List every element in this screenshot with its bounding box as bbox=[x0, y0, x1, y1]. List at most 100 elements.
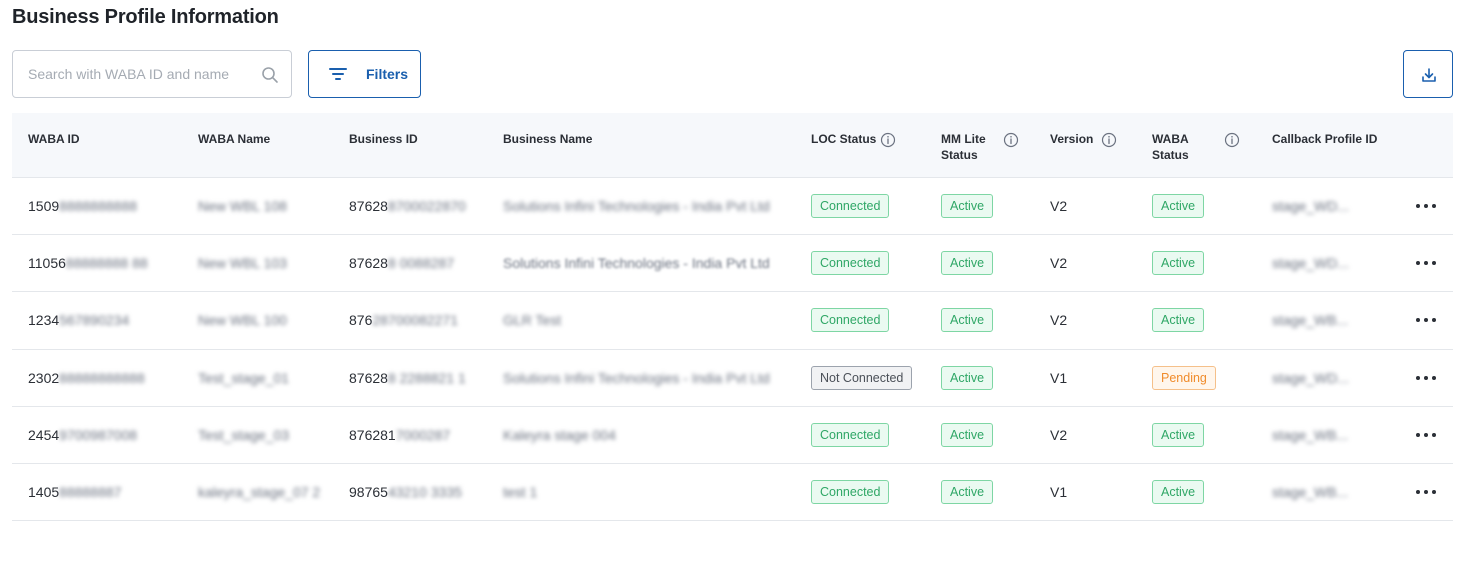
loc-status-badge: Connected bbox=[811, 480, 890, 505]
filters-label: Filters bbox=[366, 66, 409, 82]
info-icon[interactable] bbox=[1101, 132, 1117, 148]
mm-lite-status-badge: Active bbox=[941, 251, 994, 276]
cell-business-name: Solutions Infini Technologies - India Pv… bbox=[503, 370, 770, 386]
cell-business-id: 87628700082271 bbox=[349, 312, 458, 328]
header-waba-status-line1: WABA bbox=[1152, 132, 1189, 146]
waba-status-badge: Active bbox=[1152, 194, 1205, 219]
waba-name-masked: kaleyra_stage_07 2 bbox=[198, 484, 321, 501]
business-id-visible: 98765 bbox=[349, 484, 388, 501]
waba-status-badge: Pending bbox=[1152, 365, 1216, 390]
table-row[interactable]: 24549700987008 Test_stage_03 87628170002… bbox=[12, 407, 1453, 464]
cell-business-id: 876288 2288821 1 bbox=[349, 370, 466, 386]
table-row[interactable]: 1234567890234 New WBL 100 87628700082271… bbox=[12, 292, 1453, 350]
waba-status-badge: Active bbox=[1152, 422, 1205, 447]
header-waba-id: WABA ID bbox=[28, 132, 80, 146]
table-row[interactable]: 1105688888888 88 New WBL 103 876288 0088… bbox=[12, 235, 1453, 293]
cell-callback-profile-id: stage_WD... bbox=[1272, 370, 1349, 386]
cell-waba-id: 24549700987008 bbox=[28, 427, 137, 443]
mm-lite-status-badge: Active bbox=[941, 308, 994, 333]
waba-status-badge: Active bbox=[1152, 480, 1205, 505]
header-waba-name: WABA Name bbox=[198, 132, 271, 146]
header-business-name: Business Name bbox=[503, 132, 593, 146]
waba-id-masked: 88888888888 bbox=[59, 369, 145, 386]
header-mm-lite-line1: MM Lite bbox=[941, 132, 986, 146]
info-icon[interactable] bbox=[880, 132, 896, 148]
table-row[interactable]: 15098888888888 New WBL 108 8762887000228… bbox=[12, 178, 1453, 236]
waba-id-masked: 9700987008 bbox=[59, 426, 138, 443]
cell-version: V1 bbox=[1050, 369, 1068, 386]
header-waba-status-line2: Status bbox=[1152, 148, 1189, 162]
business-name-masked: test 1 bbox=[503, 484, 538, 501]
filters-button[interactable]: Filters bbox=[308, 50, 421, 98]
waba-name-masked: New WBL 100 bbox=[198, 312, 287, 329]
cell-version: V2 bbox=[1050, 426, 1068, 443]
business-id-visible: 87628 bbox=[349, 198, 388, 215]
business-name-masked: GLR Test bbox=[503, 312, 562, 329]
cell-business-id: 8762817000287 bbox=[349, 427, 450, 443]
table-row[interactable]: 140588888887 kaleyra_stage_07 2 98765432… bbox=[12, 464, 1453, 522]
header-business-id: Business ID bbox=[349, 132, 418, 146]
cell-callback-profile-id: stage_WB... bbox=[1272, 312, 1348, 328]
cell-business-id: 876288 0088287 bbox=[349, 255, 454, 271]
cell-waba-name: Test_stage_01 bbox=[198, 370, 289, 386]
header-loc-status: LOC Status bbox=[811, 131, 876, 147]
more-horizontal-icon[interactable] bbox=[1415, 375, 1437, 381]
mm-lite-status-badge: Active bbox=[941, 365, 994, 390]
callback-masked: stage_WB... bbox=[1272, 312, 1349, 329]
waba-status-badge: Active bbox=[1152, 251, 1205, 276]
mm-lite-status-badge: Active bbox=[941, 480, 994, 505]
more-horizontal-icon[interactable] bbox=[1415, 432, 1437, 438]
callback-masked: stage_WB... bbox=[1272, 484, 1349, 501]
table-row[interactable]: 230288888888888 Test_stage_01 876288 228… bbox=[12, 350, 1453, 407]
business-id-masked: 8 0088287 bbox=[387, 255, 455, 272]
loc-status-badge: Connected bbox=[811, 422, 890, 447]
loc-status-badge: Not Connected bbox=[811, 365, 913, 390]
waba-id-visible: 1509 bbox=[28, 198, 60, 215]
business-name-masked: Solutions Infini Technologies - India Pv… bbox=[503, 369, 770, 386]
more-horizontal-icon[interactable] bbox=[1415, 489, 1437, 495]
search-icon[interactable] bbox=[261, 66, 279, 84]
waba-id-visible: 2454 bbox=[28, 426, 60, 443]
waba-id-visible: 11056 bbox=[28, 255, 66, 272]
waba-name-masked: Test_stage_01 bbox=[198, 369, 290, 386]
info-icon[interactable] bbox=[1003, 132, 1019, 148]
header-version: Version bbox=[1050, 131, 1093, 147]
cell-callback-profile-id: stage_WD... bbox=[1272, 255, 1349, 271]
table-body: 15098888888888 New WBL 108 8762887000228… bbox=[12, 178, 1453, 522]
business-name-masked: Kaleyra stage 004 bbox=[503, 426, 616, 443]
waba-status-badge: Active bbox=[1152, 308, 1205, 333]
cell-business-name: Kaleyra stage 004 bbox=[503, 427, 616, 443]
waba-id-masked: 8888888888 bbox=[59, 198, 138, 215]
waba-id-visible: 2302 bbox=[28, 369, 60, 386]
business-id-masked: 43210 3335 bbox=[387, 484, 462, 501]
business-id-masked: 7000287 bbox=[395, 426, 451, 443]
search-box[interactable] bbox=[12, 50, 292, 98]
waba-name-masked: New WBL 103 bbox=[198, 255, 287, 272]
page-title: Business Profile Information bbox=[12, 6, 279, 28]
cell-waba-id: 1105688888888 88 bbox=[28, 255, 148, 271]
more-horizontal-icon[interactable] bbox=[1415, 203, 1437, 209]
header-loc-status-label: LOC Status bbox=[811, 132, 877, 146]
waba-id-masked: 88888888 88 bbox=[65, 255, 148, 272]
more-horizontal-icon[interactable] bbox=[1415, 260, 1437, 266]
more-horizontal-icon[interactable] bbox=[1415, 317, 1437, 323]
business-id-visible: 87628 bbox=[349, 255, 388, 272]
download-button[interactable] bbox=[1403, 50, 1453, 98]
cell-callback-profile-id: stage_WB... bbox=[1272, 484, 1348, 500]
waba-name-masked: Test_stage_03 bbox=[198, 426, 290, 443]
search-input[interactable] bbox=[13, 51, 253, 97]
business-id-masked: 8 2288821 1 bbox=[387, 369, 466, 386]
cell-business-id: 9876543210 3335 bbox=[349, 484, 462, 500]
waba-id-masked: 567890234 bbox=[59, 312, 130, 329]
header-waba-status: WABA Status bbox=[1152, 131, 1189, 163]
mm-lite-status-badge: Active bbox=[941, 194, 994, 219]
cell-waba-name: kaleyra_stage_07 2 bbox=[198, 484, 320, 500]
cell-business-name: Solutions Infini Technologies - India Pv… bbox=[503, 198, 770, 214]
cell-waba-id: 140588888887 bbox=[28, 484, 121, 500]
cell-waba-name: New WBL 103 bbox=[198, 255, 287, 271]
business-name-masked: Solutions Infini Technologies - India Pv… bbox=[503, 198, 770, 215]
info-icon[interactable] bbox=[1224, 132, 1240, 148]
loc-status-badge: Connected bbox=[811, 194, 890, 219]
callback-masked: stage_WD... bbox=[1272, 198, 1350, 215]
loc-status-badge: Connected bbox=[811, 251, 890, 276]
